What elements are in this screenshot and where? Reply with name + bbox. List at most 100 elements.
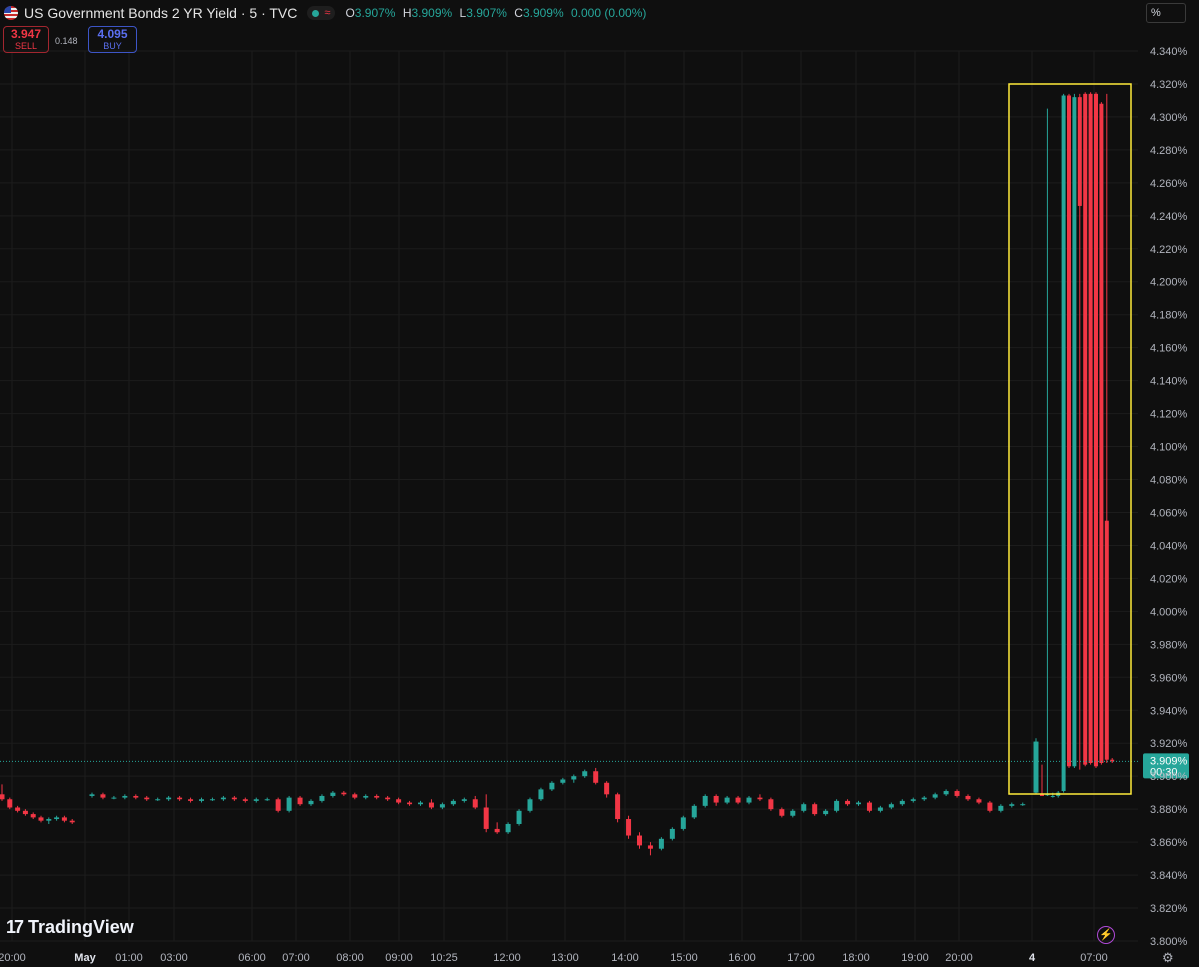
candle-body xyxy=(242,799,248,801)
y-tick-label[interactable]: 3.980% xyxy=(1150,639,1188,651)
y-tick-label[interactable]: 4.040% xyxy=(1150,540,1188,552)
candle-body xyxy=(275,799,281,811)
x-tick-label[interactable]: 10:25 xyxy=(430,952,458,964)
candle-body xyxy=(856,802,861,805)
candle-body xyxy=(1067,95,1071,767)
price-axis[interactable]: 4.340% 4.320% 4.300% 4.280% 4.260% 4.240% 4.22… xyxy=(1150,46,1188,948)
y-tick-label[interactable]: 4.180% xyxy=(1150,310,1188,322)
y-tick-label[interactable]: 4.220% xyxy=(1150,244,1188,256)
time-axis[interactable]: 20:00 May 01:00 03:00 06:00 07:00 08:00 09:00 10… xyxy=(0,952,1108,964)
x-tick-label[interactable]: 4 xyxy=(1029,952,1036,964)
y-tick-label[interactable]: 3.840% xyxy=(1150,870,1188,882)
x-tick-label[interactable]: 20:00 xyxy=(0,952,26,964)
y-tick-label[interactable]: 4.320% xyxy=(1150,79,1188,91)
candle-body xyxy=(527,799,533,811)
candle-body xyxy=(253,799,259,801)
candle-body xyxy=(374,795,380,798)
y-tick-label[interactable]: 4.080% xyxy=(1150,475,1188,487)
candle-body xyxy=(199,799,204,801)
y-tick-label[interactable]: 3.920% xyxy=(1150,738,1188,750)
x-tick-label[interactable]: 06:00 xyxy=(238,952,266,964)
candle-body xyxy=(100,794,106,798)
y-tick-label[interactable]: 4.020% xyxy=(1150,573,1188,585)
candle-body xyxy=(407,802,413,805)
y-tick-label[interactable]: 3.900% xyxy=(1150,771,1188,783)
candle-body xyxy=(604,782,610,795)
y-tick-label[interactable]: 4.160% xyxy=(1150,343,1188,355)
wave-icon: ≈ xyxy=(324,7,331,19)
candle-body xyxy=(231,797,237,800)
sell-label: SELL xyxy=(14,41,38,51)
candle-body xyxy=(877,807,883,811)
x-tick-label[interactable]: 08:00 xyxy=(336,952,364,964)
y-tick-label[interactable]: 4.100% xyxy=(1150,442,1188,454)
y-tick-label[interactable]: 3.880% xyxy=(1150,804,1188,816)
y-tick-label[interactable]: 4.200% xyxy=(1150,277,1188,289)
candle-body xyxy=(494,828,500,833)
candle-body xyxy=(965,795,971,800)
sell-button[interactable]: 3.947 SELL xyxy=(3,26,49,53)
change-value: 0.000 (0.00%) xyxy=(571,6,647,20)
candle-body xyxy=(910,799,916,801)
close-key: C xyxy=(514,6,523,20)
candle-body xyxy=(7,799,13,808)
settings-gear-icon[interactable]: ⚙ xyxy=(1162,950,1174,966)
x-tick-label[interactable]: 12:00 xyxy=(493,952,521,964)
candle-body xyxy=(899,800,905,805)
x-tick-label[interactable]: May xyxy=(74,952,96,964)
price-chart[interactable]: 3.909%00:30 4.340% 4.320% 4.300% 4.280% 4.26… xyxy=(0,0,1199,967)
candle-body xyxy=(352,794,358,798)
tradingview-mark-icon: 17 xyxy=(6,917,24,937)
y-tick-label[interactable]: 4.300% xyxy=(1150,112,1188,124)
close-value: 3.909% xyxy=(522,6,564,20)
candle-body xyxy=(297,797,303,805)
x-tick-label[interactable]: 15:00 xyxy=(670,952,698,964)
y-tick-label[interactable]: 3.940% xyxy=(1150,705,1188,717)
x-tick-label[interactable]: 13:00 xyxy=(551,952,579,964)
y-tick-label[interactable]: 3.960% xyxy=(1150,672,1188,684)
candle-body xyxy=(1050,795,1055,797)
high-key: H xyxy=(402,6,412,20)
y-tick-label[interactable]: 3.800% xyxy=(1150,936,1188,948)
y-tick-label[interactable]: 4.280% xyxy=(1150,145,1188,157)
x-tick-label[interactable]: 16:00 xyxy=(728,952,756,964)
x-tick-label[interactable]: 20:00 xyxy=(945,952,973,964)
candle-body xyxy=(54,817,60,820)
x-tick-label[interactable]: 07:00 xyxy=(1080,952,1108,964)
candle-body xyxy=(308,800,314,805)
spread-value: 0.148 xyxy=(55,36,78,46)
y-tick-label[interactable]: 3.820% xyxy=(1150,903,1188,915)
y-tick-label[interactable]: 4.240% xyxy=(1150,211,1188,223)
candle-body xyxy=(286,797,292,811)
high-value: 3.909% xyxy=(411,6,453,20)
x-tick-label[interactable]: 17:00 xyxy=(787,952,815,964)
x-tick-label[interactable]: 07:00 xyxy=(282,952,310,964)
y-tick-label[interactable]: 4.260% xyxy=(1150,178,1188,190)
scale-percent-button[interactable]: % xyxy=(1146,3,1186,23)
x-tick-label[interactable]: 01:00 xyxy=(115,952,143,964)
y-tick-label[interactable]: 4.060% xyxy=(1150,507,1188,519)
candle-body xyxy=(209,799,215,801)
candle-body xyxy=(461,799,467,801)
y-tick-label[interactable]: 4.120% xyxy=(1150,409,1188,421)
candle-body xyxy=(1099,103,1104,764)
x-tick-label[interactable]: 03:00 xyxy=(160,952,188,964)
y-tick-label[interactable]: 4.000% xyxy=(1150,606,1188,618)
x-tick-label[interactable]: 14:00 xyxy=(611,952,639,964)
ohlc-values: O3.907% H3.909% L3.907% C3.909% 0.000 (0… xyxy=(341,6,646,20)
y-tick-label[interactable]: 4.340% xyxy=(1150,46,1188,58)
symbol-title[interactable]: US Government Bonds 2 YR Yield · 5 · TVC xyxy=(24,5,297,21)
candle-body xyxy=(89,794,95,796)
lightning-icon[interactable]: ⚡ xyxy=(1097,926,1115,944)
candle-body xyxy=(385,797,391,800)
candle-body xyxy=(866,802,872,811)
buy-button[interactable]: 4.095 BUY xyxy=(88,26,137,53)
status-indicator[interactable]: ≈ xyxy=(307,6,336,20)
y-tick-label[interactable]: 3.860% xyxy=(1150,837,1188,849)
x-tick-label[interactable]: 19:00 xyxy=(901,952,929,964)
candle-body xyxy=(264,799,270,801)
x-tick-label[interactable]: 09:00 xyxy=(385,952,413,964)
x-tick-label[interactable]: 18:00 xyxy=(842,952,870,964)
y-tick-label[interactable]: 4.140% xyxy=(1150,376,1188,388)
tradingview-logo[interactable]: 17 TradingView xyxy=(6,917,134,938)
